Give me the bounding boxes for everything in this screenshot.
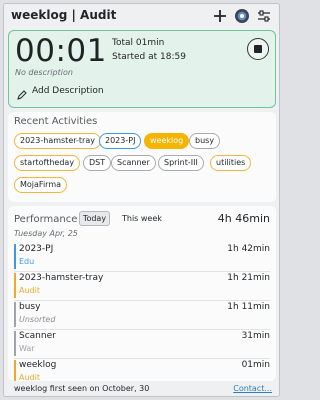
stop-button[interactable] [247, 38, 269, 60]
pencil-icon [16, 86, 28, 100]
activity-duration: 1h 21min [227, 273, 270, 283]
activity-category: Edu [19, 257, 35, 266]
recent-activities-title: Recent Activities [14, 116, 98, 127]
first-seen-text: weeklog first seen on October, 30 [14, 384, 150, 393]
activity-name: 2023-PJ [19, 244, 54, 254]
activity-duration: 31min [241, 331, 270, 341]
category-color-bar [14, 331, 16, 356]
titlebar: weeklog | Audit [4, 4, 279, 28]
activity-name: busy [19, 302, 41, 312]
activity-chip[interactable]: utilities [210, 155, 252, 171]
activity-chip[interactable]: startoftheday [14, 155, 81, 171]
category-color-bar [14, 273, 16, 298]
performance-total: 4h 46min [217, 212, 270, 225]
activity-duration: 1h 11min [227, 302, 270, 312]
stop-icon [254, 45, 262, 53]
activity-category: Audit [19, 373, 40, 381]
total-time: Total 01min [112, 38, 165, 48]
window-title: weeklog | Audit [11, 8, 117, 22]
activity-chip[interactable]: MojaFirma [14, 177, 68, 193]
recent-activities-panel: Recent Activities 2023-hamster-tray 2023-… [8, 112, 276, 202]
activity-row[interactable]: 2023-hamster-tray Audit 1h 21min [14, 271, 270, 300]
activity-chip[interactable]: weeklog [144, 133, 190, 149]
performance-panel: Performance Today This week 4h 46min Tue… [8, 206, 276, 381]
add-description-label: Add Description [32, 86, 104, 96]
tab-today[interactable]: Today [79, 211, 110, 226]
category-color-bar [14, 360, 16, 381]
record-icon[interactable] [234, 8, 250, 24]
activity-name: Scanner [19, 331, 56, 341]
activity-chip[interactable]: Scanner [111, 155, 156, 171]
settings-sliders-icon[interactable] [256, 8, 272, 24]
activity-row[interactable]: Scanner War 31min [14, 329, 270, 358]
category-color-bar [14, 244, 16, 269]
current-activity-card: 00:01 Total 01min Started at 18:59 No de… [8, 30, 276, 108]
activity-row[interactable]: 2023-PJ Edu 1h 42min [14, 242, 270, 271]
performance-date: Tuesday Apr, 25 [14, 229, 78, 238]
activity-duration: 1h 42min [227, 244, 270, 254]
activity-chip[interactable]: busy [189, 133, 221, 149]
activity-category: Audit [19, 286, 40, 295]
activity-name: 2023-hamster-tray [19, 273, 104, 283]
activity-name: weeklog [19, 360, 57, 370]
performance-title: Performance [14, 214, 78, 225]
activity-chip[interactable]: 2023-PJ [99, 133, 142, 149]
tab-this-week[interactable]: This week [122, 214, 162, 223]
activity-row[interactable]: busy Unsorted 1h 11min [14, 300, 270, 329]
activity-category: Unsorted [19, 315, 56, 324]
activity-duration: 01min [241, 360, 270, 370]
start-time: Started at 18:59 [112, 52, 186, 62]
activity-chip[interactable]: Sprint-III [158, 155, 204, 171]
elapsed-time: 00:01 [15, 33, 107, 69]
activity-chip[interactable]: DST [83, 155, 112, 171]
activity-category: War [19, 344, 35, 353]
app-window: weeklog | Audit 00:01 Total 01min Starte… [3, 3, 280, 397]
activity-chip[interactable]: 2023-hamster-tray [14, 133, 101, 149]
contact-link[interactable]: Contact... [233, 384, 272, 393]
description-placeholder[interactable]: No description [15, 68, 73, 77]
category-color-bar [14, 302, 16, 327]
activity-row[interactable]: weeklog Audit 01min [14, 358, 270, 381]
plus-icon[interactable] [212, 8, 228, 24]
